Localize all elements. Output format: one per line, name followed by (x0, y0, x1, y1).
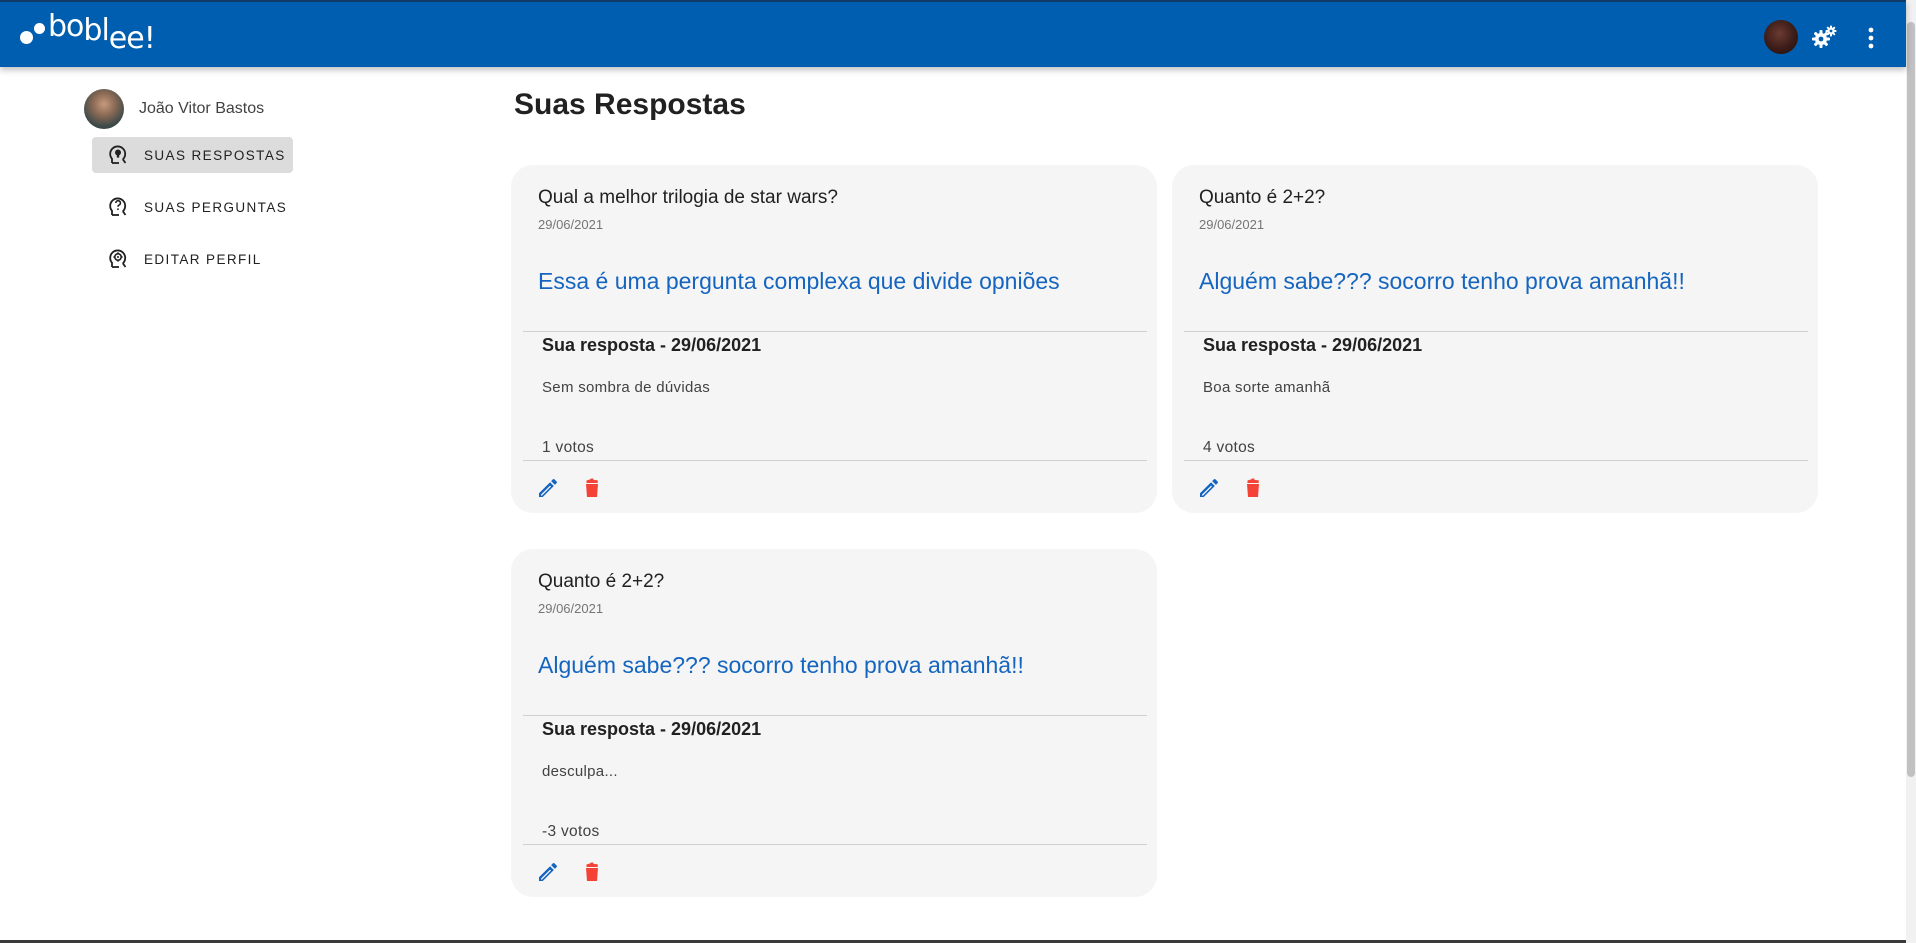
question-date: 29/06/2021 (1199, 217, 1265, 232)
question-title[interactable]: Quanto é 2+2? (1199, 187, 1325, 209)
vote-count: 4 votos (1203, 439, 1256, 456)
question-body: Alguém sabe??? socorro tenho prova amanh… (1199, 268, 1685, 294)
divider (523, 460, 1147, 461)
sidebar-item-label: EDITAR PERFIL (144, 251, 262, 267)
question-date: 29/06/2021 (538, 217, 604, 232)
more-vert-icon (1868, 27, 1874, 49)
answer-heading: Sua resposta - 29/06/2021 (542, 719, 762, 739)
answer-body: desculpa... (542, 763, 618, 780)
divider (523, 331, 1147, 332)
sidebar-item-suas-respostas[interactable]: SUAS RESPOSTAS (92, 137, 293, 173)
answer-heading: Sua resposta - 29/06/2021 (1203, 335, 1423, 355)
pencil-icon (539, 862, 558, 881)
trash-icon (586, 478, 598, 497)
user-name: João Vitor Bastos (139, 100, 265, 117)
head-lightbulb-icon (106, 143, 130, 167)
head-cog-icon (106, 247, 130, 271)
pencil-icon (1200, 478, 1219, 497)
scrollbar-thumb[interactable] (1907, 22, 1915, 777)
answer-body: Sem sombra de dúvidas (542, 379, 711, 396)
page-title: Suas Respostas (514, 88, 746, 121)
avatar (84, 89, 124, 129)
question-body: Essa é uma pergunta complexa que divide … (538, 268, 1060, 294)
edit-button[interactable] (536, 476, 560, 500)
question-title[interactable]: Quanto é 2+2? (538, 571, 664, 593)
sidebar-item-label: SUAS PERGUNTAS (144, 199, 288, 215)
user-profile[interactable]: João Vitor Bastos (84, 89, 264, 129)
account-avatar[interactable] (1764, 20, 1798, 54)
question-body: Alguém sabe??? socorro tenho prova amanh… (538, 652, 1024, 678)
app-bar: boblee! (0, 0, 1906, 67)
edit-button[interactable] (536, 860, 560, 884)
trash-icon (586, 862, 598, 881)
answer-heading: Sua resposta - 29/06/2021 (542, 335, 762, 355)
divider (523, 844, 1147, 845)
logo-dots-icon (18, 12, 48, 52)
divider (1184, 331, 1808, 332)
vote-count: -3 votos (542, 823, 600, 840)
divider (523, 715, 1147, 716)
gears-icon (1812, 25, 1837, 48)
app-logo[interactable]: boblee! (18, 9, 156, 60)
more-menu-button[interactable] (1858, 24, 1884, 52)
answer-card: Qual a melhor trilogia de star wars? 29/… (511, 165, 1157, 513)
trash-icon (1247, 478, 1259, 497)
answer-card: Quanto é 2+2? 29/06/2021 Alguém sabe??? … (511, 549, 1157, 897)
delete-button[interactable] (580, 860, 604, 884)
answer-body: Boa sorte amanhã (1203, 379, 1331, 396)
delete-button[interactable] (580, 476, 604, 500)
vote-count: 1 votos (542, 439, 595, 456)
edit-button[interactable] (1197, 476, 1221, 500)
question-title[interactable]: Qual a melhor trilogia de star wars? (538, 187, 838, 209)
sidebar-item-suas-perguntas[interactable]: SUAS PERGUNTAS (92, 189, 293, 225)
vertical-scrollbar[interactable] (1906, 0, 1916, 943)
settings-button[interactable] (1810, 24, 1838, 52)
logo-text: boblee! (48, 9, 156, 56)
head-question-icon (106, 195, 130, 219)
sidebar-item-editar-perfil[interactable]: EDITAR PERFIL (92, 241, 293, 277)
answer-card: Quanto é 2+2? 29/06/2021 Alguém sabe??? … (1172, 165, 1818, 513)
question-date: 29/06/2021 (538, 601, 604, 616)
divider (1184, 460, 1808, 461)
delete-button[interactable] (1241, 476, 1265, 500)
sidebar-item-label: SUAS RESPOSTAS (144, 147, 286, 163)
pencil-icon (539, 478, 558, 497)
